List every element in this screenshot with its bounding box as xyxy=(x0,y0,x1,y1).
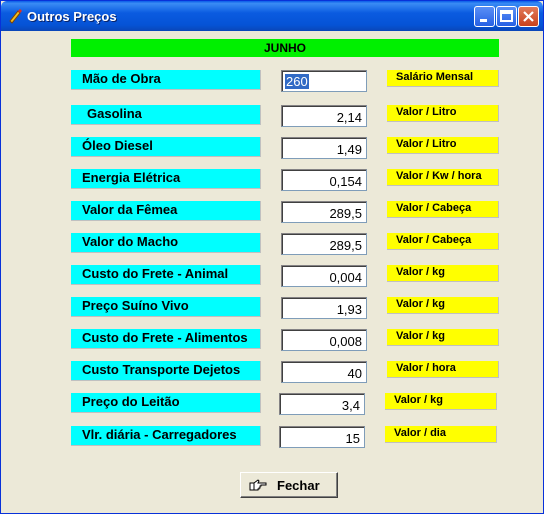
maximize-button[interactable] xyxy=(496,6,517,27)
row-label: Preço do Leitão xyxy=(71,393,261,413)
row-label: Custo do Frete - Animal xyxy=(71,265,261,285)
window-title: Outros Preços xyxy=(27,9,117,24)
unit-label: Valor / kg xyxy=(387,329,499,346)
pointing-hand-icon xyxy=(249,479,267,491)
close-button-label: Fechar xyxy=(277,478,320,493)
row-label: Mão de Obra xyxy=(71,70,261,90)
price-row: Preço Suíno Vivo 1,93 Valor / kg xyxy=(2,297,542,321)
app-icon xyxy=(9,9,22,24)
unit-label: Salário Mensal xyxy=(387,70,499,87)
row-label: Valor da Fêmea xyxy=(71,201,261,221)
price-row: Preço do Leitão 3,4 Valor / kg xyxy=(2,393,542,417)
value-input[interactable]: 0,154 xyxy=(281,169,367,191)
row-label: Valor do Macho xyxy=(71,233,261,253)
price-row: Energia Elétrica 0,154 Valor / Kw / hora xyxy=(2,169,542,193)
unit-label: Valor / Kw / hora xyxy=(387,169,499,186)
price-row: Vlr. diária - Carregadores 15 Valor / di… xyxy=(2,426,542,450)
price-row: Gasolina 2,14 Valor / Litro xyxy=(2,105,542,129)
unit-label: Valor / Litro xyxy=(387,105,499,122)
value-input[interactable]: 40 xyxy=(281,361,367,383)
value-input[interactable]: 2,14 xyxy=(281,105,367,127)
value-input[interactable]: 15 xyxy=(279,426,365,448)
price-row: Mão de Obra 260 Salário Mensal xyxy=(2,70,542,94)
row-label: Custo do Frete - Alimentos xyxy=(71,329,261,349)
price-row: Custo Transporte Dejetos 40 Valor / hora xyxy=(2,361,542,385)
row-label: Preço Suíno Vivo xyxy=(71,297,261,317)
unit-label: Valor / kg xyxy=(387,297,499,314)
price-row: Valor do Macho 289,5 Valor / Cabeça xyxy=(2,233,542,257)
value-input[interactable]: 3,4 xyxy=(279,393,365,415)
unit-label: Valor / Litro xyxy=(387,137,499,154)
value-input[interactable]: 260 xyxy=(281,70,367,92)
price-row: Óleo Diesel 1,49 Valor / Litro xyxy=(2,137,542,161)
price-row: Valor da Fêmea 289,5 Valor / Cabeça xyxy=(2,201,542,225)
unit-label: Valor / dia xyxy=(385,426,497,443)
value-input[interactable]: 0,008 xyxy=(281,329,367,351)
unit-label: Valor / Cabeça xyxy=(387,201,499,218)
dialog-window: Outros Preços JUNHO Mão de Obra 260 Salá… xyxy=(0,0,544,514)
unit-label: Valor / Cabeça xyxy=(387,233,499,250)
price-row: Custo do Frete - Animal 0,004 Valor / kg xyxy=(2,265,542,289)
close-window-button[interactable] xyxy=(518,6,539,27)
value-input[interactable]: 1,93 xyxy=(281,297,367,319)
row-label: Energia Elétrica xyxy=(71,169,261,189)
unit-label: Valor / hora xyxy=(387,361,499,378)
maximize-icon xyxy=(500,10,513,22)
unit-label: Valor / kg xyxy=(387,265,499,282)
close-icon xyxy=(523,11,534,22)
price-row: Custo do Frete - Alimentos 0,008 Valor /… xyxy=(2,329,542,353)
minimize-button[interactable] xyxy=(474,6,495,27)
value-input[interactable]: 1,49 xyxy=(281,137,367,159)
value-input[interactable]: 289,5 xyxy=(281,201,367,223)
row-label: Gasolina xyxy=(71,105,261,125)
value-input[interactable]: 289,5 xyxy=(281,233,367,255)
value-input[interactable]: 0,004 xyxy=(281,265,367,287)
unit-label: Valor / kg xyxy=(385,393,497,410)
row-label: Vlr. diária - Carregadores xyxy=(71,426,261,446)
close-button[interactable]: Fechar xyxy=(240,472,338,498)
month-header: JUNHO xyxy=(71,39,499,57)
row-label: Óleo Diesel xyxy=(71,137,261,157)
row-label: Custo Transporte Dejetos xyxy=(71,361,261,381)
client-area: JUNHO Mão de Obra 260 Salário Mensal Gas… xyxy=(2,31,542,513)
minimize-icon xyxy=(480,19,487,22)
title-bar[interactable]: Outros Preços xyxy=(1,1,543,31)
